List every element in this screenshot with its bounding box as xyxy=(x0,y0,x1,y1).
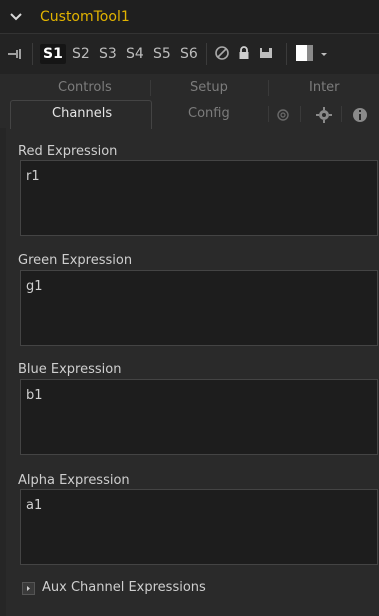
slot-s6[interactable]: S6 xyxy=(180,46,198,62)
toolbar: S1 S2 S3 S4 S5 S6 xyxy=(0,33,379,74)
slot-s1[interactable]: S1 xyxy=(40,44,66,64)
green-expression-input[interactable]: g1 xyxy=(20,270,378,346)
tool-header[interactable]: CustomTool1 xyxy=(0,0,379,33)
save-icon[interactable] xyxy=(258,45,274,61)
color-swatch-icon[interactable] xyxy=(296,45,318,61)
slot-s2[interactable]: S2 xyxy=(72,46,90,62)
tab-divider xyxy=(150,80,151,96)
blue-expression-label: Blue Expression xyxy=(18,362,122,377)
chevron-down-icon[interactable] xyxy=(10,11,22,23)
slot-s5[interactable]: S5 xyxy=(153,46,171,62)
tab-setup[interactable]: Setup xyxy=(190,80,228,95)
gear-icon[interactable] xyxy=(316,107,332,123)
linked-icon[interactable] xyxy=(276,108,290,122)
red-expression-value: r1 xyxy=(26,169,40,184)
tool-title: CustomTool1 xyxy=(40,9,130,25)
toolbar-divider xyxy=(286,43,287,65)
alpha-expression-input[interactable]: a1 xyxy=(20,489,378,565)
tab-divider xyxy=(268,106,269,122)
blue-expression-input[interactable]: b1 xyxy=(20,379,378,455)
green-expression-value: g1 xyxy=(26,279,43,294)
expand-arrow-icon[interactable] xyxy=(22,582,35,595)
slot-s4[interactable]: S4 xyxy=(126,46,144,62)
tab-row-2: Channels Config xyxy=(0,100,379,128)
info-icon[interactable] xyxy=(352,107,368,123)
dropdown-arrow-icon[interactable] xyxy=(320,45,328,61)
tab-config[interactable]: Config xyxy=(188,106,230,121)
tab-row-1: Controls Setup Inter xyxy=(0,74,379,102)
tab-divider xyxy=(268,80,269,96)
tab-controls[interactable]: Controls xyxy=(58,80,112,95)
tab-inter[interactable]: Inter xyxy=(309,80,340,95)
aux-channel-expressions-label: Aux Channel Expressions xyxy=(42,580,206,595)
tab-channels[interactable]: Channels xyxy=(52,106,112,121)
red-expression-input[interactable]: r1 xyxy=(20,160,378,236)
lock-icon[interactable] xyxy=(236,45,252,61)
green-expression-label: Green Expression xyxy=(18,253,133,268)
slot-s3[interactable]: S3 xyxy=(99,46,117,62)
toolbar-divider xyxy=(206,43,207,65)
disable-icon[interactable] xyxy=(214,45,230,61)
red-expression-label: Red Expression xyxy=(18,144,118,159)
tab-divider xyxy=(341,106,342,122)
panel-rail xyxy=(0,128,6,616)
blue-expression-value: b1 xyxy=(26,388,43,403)
pin-icon[interactable] xyxy=(8,48,22,60)
tab-divider xyxy=(300,106,301,122)
alpha-expression-value: a1 xyxy=(26,498,43,513)
alpha-expression-label: Alpha Expression xyxy=(18,473,130,488)
toolbar-divider xyxy=(32,43,33,65)
